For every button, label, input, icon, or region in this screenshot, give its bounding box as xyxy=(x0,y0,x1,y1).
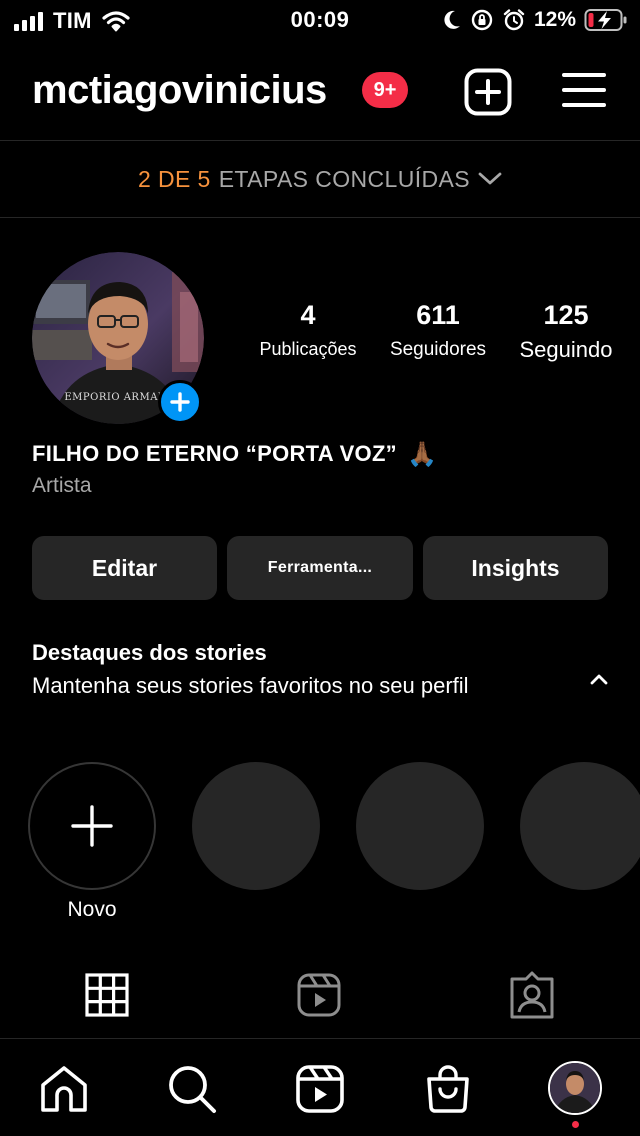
nav-search[interactable] xyxy=(166,1063,218,1115)
svg-text:EMPORIO ARMANI: EMPORIO ARMANI xyxy=(64,392,171,403)
edit-profile-button[interactable]: Editar xyxy=(32,536,217,600)
nav-home[interactable] xyxy=(38,1063,90,1115)
praying-hands-emoji: 🙏🏾 xyxy=(407,440,438,468)
highlights-title: Destaques dos stories xyxy=(32,640,267,665)
search-icon xyxy=(169,1066,216,1113)
insights-button[interactable]: Insights xyxy=(423,536,608,600)
stat-posts-value: 4 xyxy=(300,300,316,330)
nav-reels[interactable] xyxy=(294,1063,346,1115)
highlights-description: Mantenha seus stories favoritos no seu p… xyxy=(32,673,469,698)
grid-icon xyxy=(85,973,129,1017)
profile-display-name: FILHO DO ETERNO “PORTA VOZ” 🙏🏾 xyxy=(32,440,437,468)
tagged-icon xyxy=(510,971,554,1019)
stat-posts[interactable]: 4 Publicações xyxy=(252,300,364,360)
alarm-icon xyxy=(503,9,525,31)
tab-posts-grid[interactable] xyxy=(84,970,130,1020)
plus-icon xyxy=(71,805,113,847)
battery-charging-icon xyxy=(584,9,627,31)
stat-following[interactable]: 125 Seguindo xyxy=(508,300,624,363)
add-story-button[interactable] xyxy=(158,380,202,424)
username-switcher[interactable]: mctiagovinicius xyxy=(32,68,327,113)
bottom-navigation xyxy=(0,1038,640,1136)
profile-header: mctiagovinicius 9+ xyxy=(0,50,640,134)
profile-steps-banner[interactable]: 2 DE 5 ETAPAS CONCLUÍDAS xyxy=(0,140,640,218)
battery-percent: 12% xyxy=(533,8,576,31)
new-highlight-button[interactable] xyxy=(28,762,156,890)
stat-posts-label: Publicações xyxy=(259,339,357,359)
profile-avatar-container[interactable]: EMPORIO ARMANI xyxy=(32,252,204,424)
nav-shop[interactable] xyxy=(422,1063,474,1115)
display-name-text: FILHO DO ETERNO “PORTA VOZ” xyxy=(32,441,397,466)
reels-icon xyxy=(296,1065,344,1113)
stat-following-value: 125 xyxy=(543,300,589,330)
steps-label: ETAPAS CONCLUÍDAS xyxy=(218,165,471,192)
hamburger-menu-icon xyxy=(562,73,606,107)
stat-followers-value: 611 xyxy=(416,300,460,330)
moon-icon xyxy=(444,10,460,29)
highlight-placeholder xyxy=(356,762,484,890)
profile-notification-dot xyxy=(572,1121,579,1128)
home-icon xyxy=(41,1066,87,1112)
highlights-collapse-button[interactable] xyxy=(584,666,614,692)
new-post-button[interactable] xyxy=(464,68,512,116)
stat-following-label: Seguindo xyxy=(519,337,613,362)
chevron-down-icon xyxy=(478,172,502,185)
steps-done-count: 2 DE 5 xyxy=(137,165,211,192)
stat-followers[interactable]: 611 Seguidores xyxy=(380,300,496,361)
tools-button[interactable]: Ferramenta... xyxy=(227,536,413,600)
highlight-placeholder xyxy=(192,762,320,890)
shop-icon xyxy=(427,1065,469,1113)
stat-followers-label: Seguidores xyxy=(389,339,487,360)
nav-profile-avatar[interactable] xyxy=(548,1061,602,1115)
profile-category: Artista xyxy=(32,474,92,497)
new-highlight-label: Novo xyxy=(67,898,117,921)
plus-square-icon xyxy=(464,68,512,116)
status-bar-right: 12% xyxy=(442,6,628,34)
notification-badge[interactable]: 9+ xyxy=(362,72,408,108)
chevron-up-icon xyxy=(590,674,608,685)
menu-button[interactable] xyxy=(562,70,606,110)
highlight-placeholder xyxy=(520,762,640,890)
plus-icon xyxy=(170,392,190,412)
tab-reels[interactable] xyxy=(296,970,342,1020)
avatar-photo xyxy=(550,1063,600,1113)
status-bar: TIM 00:09 12% xyxy=(0,0,640,40)
tab-tagged[interactable] xyxy=(509,970,555,1020)
reels-icon xyxy=(297,973,341,1017)
orientation-lock-icon xyxy=(471,9,493,31)
